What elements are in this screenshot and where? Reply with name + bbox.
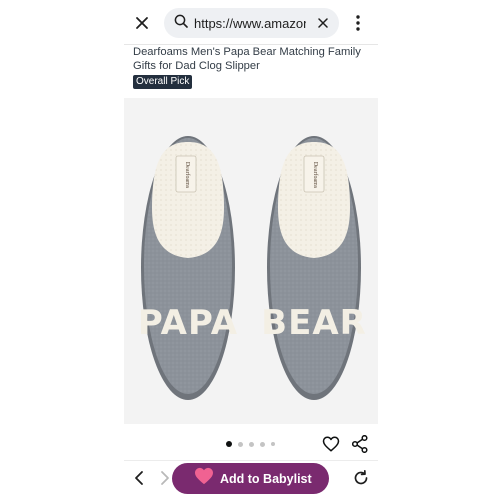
url-bar[interactable]: https://www.amazon. bbox=[164, 8, 339, 38]
right-slipper: Dearfoams BEAR bbox=[261, 136, 367, 400]
share-icon[interactable] bbox=[351, 434, 368, 454]
brand-label: Dearfoams bbox=[184, 162, 191, 189]
chevron-left-icon[interactable] bbox=[132, 470, 146, 486]
url-text[interactable]: https://www.amazon. bbox=[194, 16, 306, 31]
product-title[interactable]: Dearfoams Men's Papa Bear Matching Famil… bbox=[133, 45, 373, 73]
more-vert-icon[interactable] bbox=[350, 12, 366, 34]
carousel-dot[interactable] bbox=[238, 441, 243, 447]
close-icon[interactable] bbox=[131, 12, 153, 34]
heart-icon bbox=[194, 467, 214, 490]
reload-icon[interactable] bbox=[352, 469, 370, 487]
overall-pick-badge: Overall Pick bbox=[133, 75, 193, 89]
carousel-indicator[interactable] bbox=[226, 441, 275, 447]
chevron-right-icon[interactable] bbox=[158, 470, 172, 486]
carousel-dot[interactable] bbox=[260, 441, 265, 447]
carousel-dot[interactable] bbox=[249, 441, 254, 447]
add-to-babylist-label: Add to Babylist bbox=[220, 471, 312, 486]
carousel-dot[interactable] bbox=[226, 441, 232, 447]
bottom-divider bbox=[124, 460, 378, 461]
add-to-babylist-button[interactable]: Add to Babylist bbox=[172, 463, 329, 494]
bear-text: BEAR bbox=[261, 303, 367, 343]
left-slipper: Dearfoams PAPA bbox=[138, 136, 238, 400]
carousel-dot[interactable] bbox=[271, 442, 275, 446]
search-icon bbox=[174, 14, 188, 33]
heart-outline-icon[interactable] bbox=[322, 435, 340, 453]
product-image[interactable]: Dearfoams PAPA Dearfoams BEAR bbox=[124, 98, 378, 424]
clear-icon[interactable] bbox=[315, 15, 331, 31]
brand-label-right: Dearfoams bbox=[312, 162, 319, 189]
browser-toolbar: https://www.amazon. bbox=[0, 0, 500, 44]
papa-text: PAPA bbox=[138, 303, 238, 343]
